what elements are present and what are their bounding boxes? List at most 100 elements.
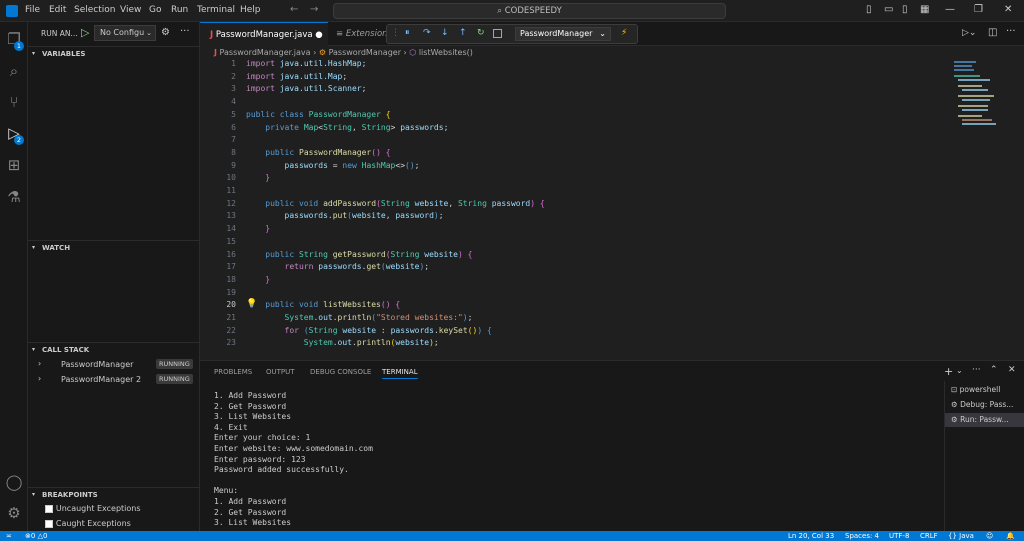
method-icon: ⬡ [409,48,417,57]
tab-problems[interactable]: PROBLEMS [214,368,252,376]
source-control-icon[interactable]: ⑂ [5,93,23,111]
run-icon[interactable]: ▷⌄ [962,28,976,38]
split-editor-icon[interactable]: ◫ [988,27,997,38]
maximize-icon[interactable]: ❐ [974,4,983,15]
tab-output[interactable]: OUTPUT [266,368,295,376]
hot-code-replace-icon[interactable]: ⚡ [621,28,627,38]
close-panel-icon[interactable]: ✕ [1008,365,1016,375]
terminal-line: Password added successfully. [214,465,349,475]
watch-section-header[interactable]: ▾ WATCH [28,240,200,254]
line-ending[interactable]: CRLF [920,531,938,541]
customize-layout-icon[interactable]: ▦ [920,4,929,15]
call-stack-thread[interactable]: › PasswordManager 2 RUNNING [28,372,199,386]
code-line: import java.util.Map; [246,71,348,81]
terminal-output[interactable]: 1. Add Password 2. Get Password 3. List We… [214,391,373,529]
unsaved-dot-icon[interactable]: ● [315,30,322,40]
menu-terminal[interactable]: Terminal [197,5,235,15]
variables-section-header[interactable]: ▾ VARIABLES [28,46,200,60]
back-arrow-icon[interactable]: ← [290,4,298,15]
close-window-icon[interactable]: ✕ [1004,4,1012,15]
tab-terminal[interactable]: TERMINAL [382,368,418,379]
call-stack-thread[interactable]: › PasswordManager RUNNING [28,357,199,371]
menu-file[interactable]: File [25,5,40,15]
breadcrumb-method[interactable]: listWebsites() [419,48,473,57]
notifications-icon[interactable]: 🔔 [1006,531,1015,541]
step-over-icon[interactable]: ↷ [423,28,431,38]
breadcrumb-class[interactable]: PasswordManager [329,48,401,57]
code-line: import java.util.Scanner; [246,84,367,94]
settings-gear-icon[interactable]: ⚙ [5,504,23,522]
menu-edit[interactable]: Edit [49,5,66,15]
breadcrumb-file[interactable]: PasswordManager.java [220,48,311,57]
breakpoint-caught[interactable]: Caught Exceptions [45,519,131,529]
gear-icon[interactable]: ⚙ [161,27,170,38]
more-actions-icon[interactable]: ··· [972,365,981,375]
step-out-icon[interactable]: ↑ [459,28,467,38]
language-mode[interactable]: {} Java [948,531,974,541]
breakpoints-section-header[interactable]: ▾ BREAKPOINTS [28,487,200,501]
class-icon: ⚙ [318,48,327,57]
tab-passwordmanager-java[interactable]: J PasswordManager.java ● [200,22,328,46]
terminal-item-run[interactable]: ⚙ Run: Passw... [945,413,1024,427]
more-actions-icon[interactable]: ··· [1006,26,1016,37]
call-stack-section-header[interactable]: ▾ CALL STACK [28,342,200,356]
cursor-position[interactable]: Ln 20, Col 33 [788,531,834,541]
chevron-down-icon[interactable]: ⌄ [956,366,963,375]
chevron-down-icon: ▾ [32,346,36,353]
extension-icon: ≡ [336,29,344,39]
pause-icon[interactable]: ⏸ [405,28,410,38]
terminal-item-debug[interactable]: ⚙ Debug: Pass... [945,398,1024,412]
tab-label: PasswordManager.java [215,30,313,40]
menu-selection[interactable]: Selection [74,5,115,15]
new-terminal-icon[interactable]: + [944,365,953,378]
checkbox[interactable] [45,519,53,528]
terminal-line: Enter website: www.somedomain.com [214,443,373,453]
terminal-line: 3. List Websites [214,412,292,422]
testing-icon[interactable]: ⚗ [5,188,23,206]
accounts-icon[interactable]: ◯ [5,473,23,491]
minimap[interactable] [954,59,1004,169]
debug-session-select[interactable]: PasswordManager ⌄ [515,27,611,41]
menu-view[interactable]: View [120,5,141,15]
terminal-icon: ⊡ [951,385,960,394]
command-center-search[interactable]: ⌕ CODESPEEDY [333,3,726,19]
toggle-sidebar-icon[interactable]: ▯ [866,4,872,15]
thread-name: PasswordManager [61,360,134,369]
lightbulb-icon[interactable]: 💡 [246,299,257,309]
more-actions-icon[interactable]: ··· [180,26,190,37]
encoding[interactable]: UTF-8 [889,531,909,541]
minimize-icon[interactable]: — [945,4,955,15]
menu-go[interactable]: Go [149,5,161,15]
code-line: for (String website : passwords.keySet()… [284,325,492,335]
menu-help[interactable]: Help [240,5,261,15]
extensions-icon[interactable]: ⊞ [5,156,23,174]
feedback-icon[interactable]: ☺ [986,531,993,541]
start-debugging-icon[interactable]: ▷ [81,26,89,39]
step-into-icon[interactable]: ↓ [441,28,449,38]
launch-config-select[interactable]: No Configu ⌄ [94,25,156,41]
menu-run[interactable]: Run [171,5,188,15]
toggle-secondary-sidebar-icon[interactable]: ▯ [902,4,908,15]
restart-icon[interactable]: ↻ [477,28,485,38]
tab-extension[interactable]: ≡ Extension [328,22,388,46]
drag-handle-icon[interactable]: ⋮ [391,28,400,38]
tab-debug-console[interactable]: DEBUG CONSOLE [310,368,371,376]
maximize-panel-icon[interactable]: ⌃ [990,365,998,375]
terminal-line: 1. Add Password [214,496,287,506]
editor-tabs: J PasswordManager.java ● ≡ Extension ⋮ ⏸… [200,22,1024,46]
search-view-icon[interactable]: ⌕ [5,62,23,80]
terminal-item-powershell[interactable]: ⊡ powershell [945,383,1024,397]
problems-status[interactable]: ⊗0 △0 [25,531,47,541]
code-line: return passwords.get(website); [284,262,430,272]
indentation[interactable]: Spaces: 4 [845,531,879,541]
checkbox[interactable] [45,504,53,513]
line-number: 3 [231,84,236,94]
line-number: 14 [226,224,236,234]
line-number: 18 [226,274,236,284]
terminal-line: 4. Exit [214,422,248,432]
remote-icon[interactable]: ≍ [6,531,12,541]
breakpoint-uncaught[interactable]: Uncaught Exceptions [45,504,141,514]
toggle-panel-icon[interactable]: ▭ [884,4,893,15]
forward-arrow-icon[interactable]: → [310,4,318,15]
stop-icon[interactable] [493,29,502,38]
